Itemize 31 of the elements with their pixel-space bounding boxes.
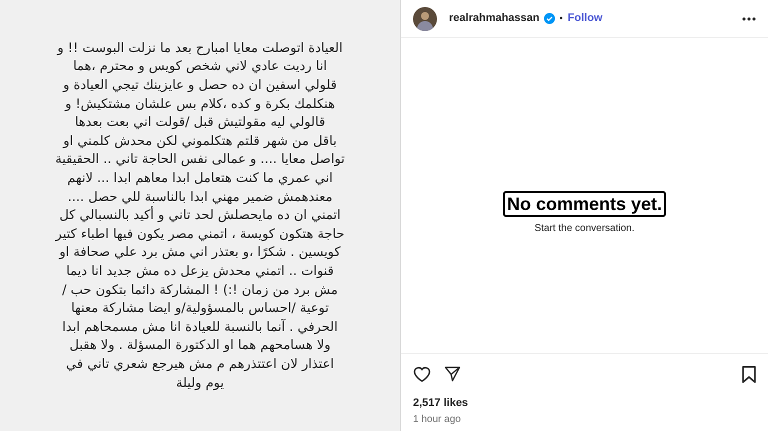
bookmark-icon[interactable] (742, 366, 756, 382)
avatar-icon[interactable] (413, 6, 437, 30)
username[interactable]: realrahmahassan (449, 10, 540, 27)
post-text-line: هنكلمك بكرة و كده ،كلام بس علشان مشتكيش! و (65, 96, 335, 114)
post-text-line: قالولي ليه مقولتيش قبل /قولت اني بعت بعدها (74, 114, 326, 132)
post-text-line: انا رديت عادي لاني شخص كويس و محترم ،هما (73, 58, 327, 76)
post-text-line: تواصل معايا .... و عمالى نفس الحاجة تاني .. الحقيقية (55, 151, 345, 170)
post-text-line: قلولي اسفين ان ده حصل و عايزينك تيجي العيادة و (63, 77, 337, 96)
more-options-icon[interactable] (742, 16, 756, 20)
post-text-line: اني عمري ما كنت هتعامل ابدا معاهم ابدا ... لانهم (67, 170, 333, 188)
post-text-line: كويسين . شكرًا ،و بعتذر اني مش برد علي صحافة او (59, 244, 341, 262)
post-text-line: اعتذار لان اعتتذرهم م مش هيرجع شعري تاني في (66, 356, 334, 374)
post-text-line: معندهمش ضمير مهني ابدا بالناسبة للي حصل .... (68, 188, 332, 206)
share-icon[interactable] (444, 366, 461, 382)
empty-comments-subtitle: Start the conversation. (534, 222, 635, 236)
post-text-line: قنوات .. اتمني محدش يزعل ده مش جديد انا ديما (66, 262, 334, 281)
post-text-line: باقل من شهر قلتم هتكلموني لكن محدش كلمني او (63, 132, 337, 151)
post-time: 1 hour ago (413, 413, 462, 427)
post-text-line: مش برد من زمان !:) ! المشاركة دائما بتكون حب / (62, 282, 338, 300)
post-text-line: حاجة هتكون كويسة ، اتمني مصر يكون فيها اطباء كتير (56, 226, 344, 244)
post-text-line: العيادة اتوصلت معايا امبارح بعد ما نزلت البوست !! و (57, 40, 343, 58)
post-text-line: يوم وليلة (176, 374, 224, 393)
heart-icon[interactable] (413, 366, 431, 382)
post-text-line: الحرفي . آنما بالنسبة للعيادة انا مش مسمحاهم ابدا (62, 318, 338, 337)
empty-comments-title: No comments yet. (502, 190, 666, 217)
likes-count[interactable]: 2,517 likes (413, 394, 756, 411)
post-text-line: توعية /احساس بالمسؤولية/و ايضا مشاركة معنها (71, 300, 329, 318)
follow-button[interactable]: Follow (568, 10, 602, 27)
separator-dot: • (560, 12, 563, 25)
post-text-line: ولا هسامحهم هما او الدكتورة المسؤلة . ولا هقبل (69, 337, 331, 356)
post-text-line: اتمني ان ده مايحصلش لحد تاني و أكيد بالنسبالي كل (59, 207, 341, 226)
